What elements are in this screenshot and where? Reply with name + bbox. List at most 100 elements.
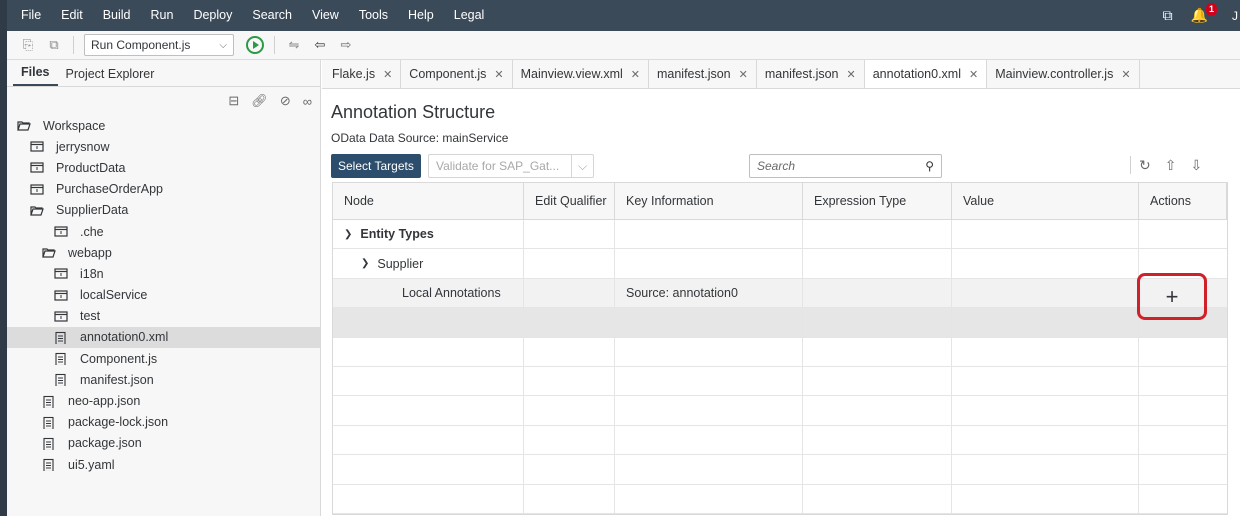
tree-item[interactable]: annotation0.xml bbox=[7, 326, 320, 349]
cell bbox=[524, 484, 615, 513]
menu-help[interactable]: Help bbox=[398, 0, 444, 31]
tree-item[interactable]: webapp bbox=[7, 242, 320, 263]
add-annotation-button[interactable]: + bbox=[1137, 273, 1207, 320]
cell bbox=[524, 455, 615, 484]
editor-area: Flake.js ✕ Component.js ✕ Mainview.view.xml ✕… bbox=[322, 60, 1240, 516]
close-icon[interactable]: ✕ bbox=[739, 68, 748, 81]
save-all-icon[interactable]: ⧉ bbox=[41, 37, 67, 53]
tree-item[interactable]: localService bbox=[7, 285, 320, 306]
tree-item[interactable]: manifest.json bbox=[7, 369, 320, 390]
table-row[interactable]: Local Annotations Source: annotation0 bbox=[333, 278, 1227, 309]
menu-deploy[interactable]: Deploy bbox=[183, 0, 242, 31]
menu-tools[interactable]: Tools bbox=[349, 0, 398, 31]
chevron-down-icon[interactable]: ❯ bbox=[344, 229, 352, 240]
run-button[interactable] bbox=[246, 36, 264, 54]
cell bbox=[952, 484, 1139, 513]
chevron-down-icon[interactable]: ❯ bbox=[361, 258, 369, 269]
editor-tab[interactable]: Mainview.controller.js ✕ bbox=[987, 60, 1140, 88]
tree-item[interactable]: neo-app.json bbox=[7, 390, 320, 411]
run-config-select[interactable]: Run Component.js ⌵ bbox=[84, 34, 234, 56]
save-icon[interactable]: ⎘ bbox=[15, 37, 41, 53]
editor-tab[interactable]: Mainview.view.xml ✕ bbox=[513, 60, 649, 88]
tree-item[interactable]: ProductData bbox=[7, 157, 320, 178]
editor-tab-label: Mainview.view.xml bbox=[520, 67, 623, 81]
cell bbox=[1139, 426, 1227, 454]
tree-item-label: Component.js bbox=[80, 351, 158, 366]
tree-item[interactable]: SupplierData bbox=[7, 200, 320, 221]
tree-item[interactable]: PurchaseOrderApp bbox=[7, 179, 320, 200]
back-arrow-icon[interactable]: ⇦ bbox=[307, 37, 333, 53]
editor-tab-label: Flake.js bbox=[332, 67, 376, 81]
close-icon[interactable]: ✕ bbox=[969, 68, 978, 81]
bell-icon[interactable]: 🔔 1 bbox=[1191, 3, 1217, 24]
tree-item[interactable]: Workspace bbox=[7, 115, 320, 136]
close-icon[interactable]: ✕ bbox=[383, 68, 392, 81]
diff-icon[interactable]: ⇋ bbox=[281, 37, 307, 53]
tree-item-label: ProductData bbox=[56, 160, 126, 175]
collapse-all-icon[interactable]: ⊟ bbox=[228, 93, 239, 109]
tree-item-label: Workspace bbox=[43, 118, 106, 133]
tab-files[interactable]: Files bbox=[13, 65, 58, 86]
project-folder-icon bbox=[30, 141, 56, 152]
menu-build[interactable]: Build bbox=[93, 0, 141, 31]
tree-item[interactable]: package-lock.json bbox=[7, 412, 320, 433]
close-icon[interactable]: ✕ bbox=[1121, 68, 1130, 81]
close-icon[interactable]: ✕ bbox=[494, 68, 503, 81]
cell bbox=[615, 220, 803, 249]
editor-tab-label: manifest.json bbox=[656, 67, 731, 81]
search-icon: ⚲ bbox=[925, 159, 934, 173]
validate-select[interactable]: Validate for SAP_Gat... ⌵ bbox=[428, 154, 594, 178]
file-icon bbox=[42, 458, 68, 472]
cell bbox=[615, 337, 803, 366]
search-placeholder: Search bbox=[757, 159, 796, 173]
folder-icon bbox=[54, 268, 80, 280]
hide-icon[interactable]: ⊘ bbox=[280, 93, 291, 109]
search-input[interactable]: Search ⚲ bbox=[749, 154, 942, 178]
refresh-icon[interactable]: ↻ bbox=[1139, 157, 1151, 174]
tab-project-explorer[interactable]: Project Explorer bbox=[58, 67, 163, 86]
cell bbox=[333, 366, 524, 396]
tree-item[interactable]: ui5.yaml bbox=[7, 454, 320, 475]
move-up-icon[interactable]: ⇧ bbox=[1165, 157, 1177, 174]
menu-run[interactable]: Run bbox=[141, 0, 184, 31]
tree-item[interactable]: Component.js bbox=[7, 348, 320, 369]
editor-tab[interactable]: annotation0.xml ✕ bbox=[864, 60, 988, 88]
close-icon[interactable]: ✕ bbox=[631, 68, 640, 81]
toolbar-divider bbox=[73, 36, 74, 54]
editor-tab[interactable]: Flake.js ✕ bbox=[324, 60, 402, 88]
editor-tab[interactable]: Component.js ✕ bbox=[401, 60, 513, 88]
tree-item[interactable]: package.json bbox=[7, 433, 320, 454]
select-targets-button[interactable]: Select Targets bbox=[331, 154, 421, 178]
menu-search[interactable]: Search bbox=[242, 0, 302, 31]
close-icon[interactable]: ✕ bbox=[847, 68, 856, 81]
window-switch-icon[interactable]: ⧉ bbox=[1163, 7, 1173, 24]
menubar: File Edit Build Run Deploy Search View T… bbox=[7, 0, 1240, 31]
tree-item[interactable]: .che bbox=[7, 221, 320, 242]
menu-edit[interactable]: Edit bbox=[51, 0, 93, 31]
tree-item[interactable]: i18n bbox=[7, 263, 320, 284]
menu-file[interactable]: File bbox=[7, 0, 51, 31]
table-row[interactable] bbox=[333, 308, 1227, 338]
col-actions: Actions bbox=[1139, 183, 1227, 219]
table-row bbox=[333, 337, 1227, 367]
cell bbox=[952, 366, 1139, 396]
forward-arrow-icon[interactable]: ⇨ bbox=[333, 37, 359, 53]
menu-legal[interactable]: Legal bbox=[444, 0, 495, 31]
page-title: Annotation Structure bbox=[331, 102, 496, 122]
file-icon bbox=[54, 352, 80, 366]
cell bbox=[952, 308, 1139, 337]
editor-tab[interactable]: manifest.json ✕ bbox=[757, 60, 865, 88]
cell bbox=[615, 249, 803, 278]
file-icon bbox=[42, 437, 68, 450]
link-icon[interactable]: 🔗︎ bbox=[251, 93, 268, 109]
glasses-icon[interactable]: ∞ bbox=[303, 94, 312, 109]
editor-tab[interactable]: manifest.json ✕ bbox=[649, 60, 757, 88]
table-row[interactable]: ❯ Entity Types bbox=[333, 220, 1227, 250]
table-row bbox=[333, 455, 1227, 485]
move-down-icon[interactable]: ⇩ bbox=[1190, 157, 1202, 174]
tree-item[interactable]: test bbox=[7, 306, 320, 327]
tree-item[interactable]: jerrysnow bbox=[7, 136, 320, 157]
table-row[interactable]: ❯ Supplier bbox=[333, 249, 1227, 279]
menu-view[interactable]: View bbox=[302, 0, 349, 31]
user-avatar[interactable]: J bbox=[1232, 9, 1238, 23]
